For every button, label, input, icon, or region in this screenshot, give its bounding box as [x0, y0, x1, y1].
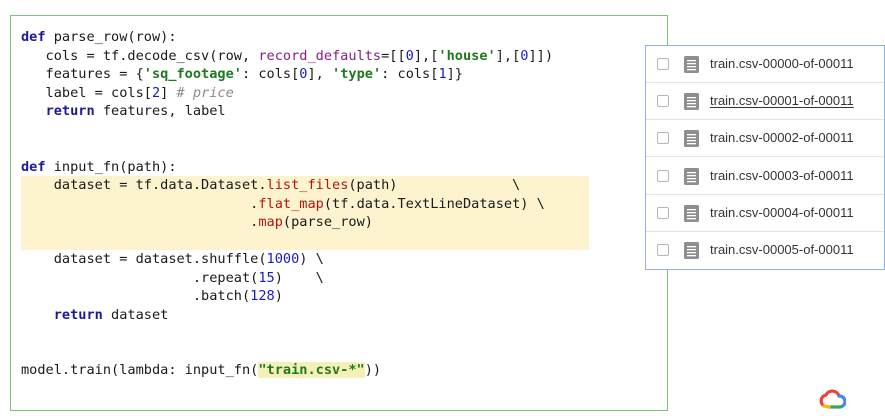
- code-token: def: [21, 29, 46, 45]
- code-token: ) \: [299, 251, 324, 267]
- code-token: .: [21, 214, 259, 230]
- file-name[interactable]: train.csv-00002-of-00011: [710, 130, 854, 145]
- file-row[interactable]: train.csv-00003-of-00011: [646, 158, 884, 195]
- code-token: parse_row(row):: [45, 29, 177, 45]
- code-token: input_fn(path):: [45, 158, 177, 175]
- code-token: record_defaults: [258, 47, 382, 64]
- checkbox-icon[interactable]: [657, 95, 669, 108]
- code-token: features = {: [21, 66, 144, 82]
- file-row[interactable]: train.csv-00001-of-00011: [646, 83, 884, 121]
- file-name[interactable]: train.csv-00005-of-00011: [710, 242, 854, 257]
- checkbox-icon[interactable]: [657, 169, 669, 182]
- file-row[interactable]: train.csv-00000-of-00011: [646, 46, 884, 83]
- code-token: ],[: [413, 47, 439, 64]
- code-line: return features, label: [21, 102, 226, 121]
- code-token: 'sq_footage': [143, 66, 242, 82]
- code-line: .flat_map(tf.data.TextLineDataset) \: [21, 195, 545, 214]
- code-token: dataset = tf.data.Dataset.: [21, 177, 267, 193]
- code-line: label = cols[2] # price: [21, 84, 234, 103]
- code-token: ]}: [446, 66, 463, 82]
- code-token: (path) \: [348, 177, 521, 193]
- code-token: ]: [160, 84, 177, 101]
- code-token: 128: [250, 288, 275, 304]
- code-token: .: [21, 195, 259, 212]
- code-token: : cols[: [381, 66, 439, 82]
- checkbox-icon[interactable]: [657, 244, 669, 256]
- code-token: .batch(: [21, 288, 251, 304]
- checkbox-icon[interactable]: [657, 132, 669, 145]
- document-icon: [684, 130, 699, 148]
- code-token: ]]): [528, 47, 554, 64]
- code-panel: def parse_row(row): cols = tf.decode_csv…: [10, 15, 668, 411]
- code-token: dataset = dataset.shuffle(: [21, 251, 267, 267]
- code-token: 1000: [266, 251, 300, 267]
- code-token: ): [274, 288, 283, 304]
- code-token: ],: [307, 66, 333, 82]
- document-icon: [684, 242, 699, 259]
- document-icon: [684, 56, 699, 73]
- code-token: 15: [258, 269, 275, 286]
- file-row[interactable]: train.csv-00004-of-00011: [646, 195, 884, 232]
- code-line: def input_fn(path):: [21, 158, 177, 177]
- code-token: flat_map: [258, 195, 324, 212]
- code-line: dataset = tf.data.Dataset.list_files(pat…: [21, 176, 521, 195]
- document-icon: [684, 204, 699, 222]
- code-token: (tf.data.TextLineDataset) \: [323, 195, 545, 212]
- document-icon: [684, 167, 699, 185]
- file-name[interactable]: train.csv-00001-of-00011: [710, 93, 854, 108]
- code-line: features = {'sq_footage': cols[0], 'type…: [21, 65, 463, 84]
- code-token: dataset: [102, 306, 169, 323]
- code-token: 2: [151, 84, 161, 101]
- code-token: features, label: [94, 103, 226, 119]
- code-token: 'house': [438, 47, 496, 64]
- code-token: ],[: [495, 47, 521, 64]
- code-token: =[[: [381, 47, 406, 64]
- code-token: # price: [176, 84, 234, 101]
- code-token: return: [45, 103, 95, 119]
- code-token: (parse_row): [282, 214, 373, 230]
- code-token: label = cols[: [21, 84, 152, 101]
- code-token: return: [53, 306, 103, 323]
- checkbox-icon[interactable]: [657, 58, 669, 70]
- checkbox-icon[interactable]: [657, 206, 669, 219]
- code-line: .batch(128): [21, 287, 283, 306]
- file-row[interactable]: train.csv-00005-of-00011: [646, 232, 884, 269]
- file-name[interactable]: train.csv-00004-of-00011: [710, 205, 854, 220]
- code-line: model.train(lambda: input_fn("train.csv-…: [21, 361, 381, 380]
- code-token: "train.csv-*": [258, 362, 365, 378]
- code-line: cols = tf.decode_csv(row, record_default…: [21, 47, 553, 66]
- file-name[interactable]: train.csv-00000-of-00011: [710, 56, 854, 71]
- code-token: : cols[: [241, 66, 300, 82]
- file-list-panel: train.csv-00000-of-00011 train.csv-00001-…: [645, 45, 885, 270]
- code-line: return dataset: [21, 306, 169, 325]
- code-line: .repeat(15) \: [21, 269, 324, 288]
- code-token: def: [21, 158, 46, 175]
- code-line: def parse_row(row):: [21, 28, 177, 47]
- code-token: .repeat(: [21, 269, 259, 286]
- code-token: ) \: [274, 269, 324, 286]
- file-name[interactable]: train.csv-00003-of-00011: [710, 168, 854, 183]
- file-row[interactable]: train.csv-00002-of-00011: [646, 120, 884, 158]
- document-icon: [684, 93, 699, 111]
- code-token: 0: [405, 47, 414, 64]
- google-cloud-logo-icon: [819, 389, 846, 409]
- code-token: 'type': [332, 66, 382, 82]
- code-token: model.train(lambda: input_fn(: [21, 362, 259, 378]
- code-token: list_files: [266, 177, 349, 193]
- code-line: .map(parse_row): [21, 213, 373, 232]
- code-token: cols = tf.decode_csv(row,: [21, 47, 259, 64]
- code-token: 1: [438, 66, 447, 82]
- code-token: )): [364, 362, 382, 378]
- code-line: dataset = dataset.shuffle(1000) \: [21, 250, 324, 269]
- code-token: map: [258, 214, 283, 230]
